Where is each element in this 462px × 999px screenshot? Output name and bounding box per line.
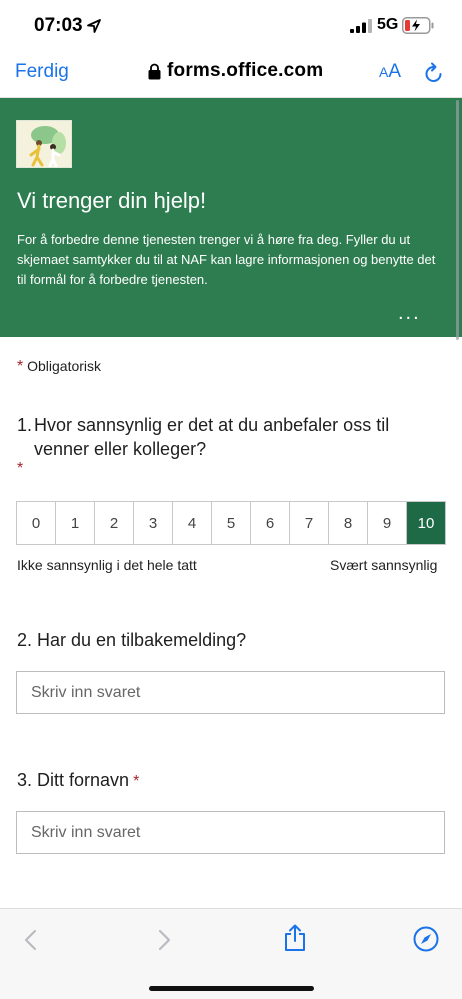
- browser-bottom-toolbar: [0, 908, 462, 999]
- location-arrow-icon: [87, 19, 101, 33]
- question-1-required-asterisk: *: [17, 460, 24, 477]
- rating-option[interactable]: 0: [17, 502, 56, 544]
- browser-toolbar: Ferdig forms.office.com AA: [0, 50, 462, 98]
- chevron-left-icon[interactable]: [22, 929, 40, 951]
- question-3-title: 3. Ditt fornavn *: [17, 770, 139, 791]
- rating-option[interactable]: 8: [329, 502, 368, 544]
- rating-option[interactable]: 2: [95, 502, 134, 544]
- rating-option[interactable]: 4: [173, 502, 212, 544]
- text-size-button[interactable]: AA: [379, 61, 401, 83]
- question-2-title: 2. Har du en tilbakemelding?: [17, 630, 247, 650]
- form-title: Vi trenger din hjelp!: [17, 188, 207, 213]
- form-header-banner: Vi trenger din hjelp! For å forbedre den…: [0, 98, 462, 337]
- rating-option[interactable]: 1: [56, 502, 95, 544]
- question-2-input[interactable]: [16, 671, 445, 714]
- rating-scale: 0 1 2 3 4 5 6 7 8 9 10: [16, 501, 446, 545]
- scrollbar[interactable]: [456, 100, 459, 340]
- rating-option[interactable]: 3: [134, 502, 173, 544]
- home-indicator: [149, 986, 314, 991]
- text-size-small-label: A: [379, 64, 389, 80]
- question-1-number: 1.: [17, 415, 33, 435]
- more-options-button[interactable]: ...: [398, 302, 421, 325]
- chevron-right-icon[interactable]: [155, 929, 173, 951]
- status-bar: 07:03 5G: [0, 0, 462, 50]
- rating-option[interactable]: 5: [212, 502, 251, 544]
- required-label: Obligatorisk: [27, 358, 102, 374]
- rating-option[interactable]: 9: [368, 502, 407, 544]
- url-text: forms.office.com: [167, 60, 324, 81]
- question-3-input[interactable]: [16, 811, 445, 854]
- compass-icon[interactable]: [413, 926, 439, 952]
- address-bar[interactable]: forms.office.com: [148, 60, 323, 82]
- form-description: For å forbedre denne tjenesten trenger v…: [17, 232, 436, 287]
- cellular-signal-icon: [350, 19, 372, 33]
- scale-low-label: Ikke sannsynlig i det hele tatt: [17, 557, 197, 573]
- reload-icon[interactable]: [424, 62, 444, 84]
- done-button[interactable]: Ferdig: [15, 61, 69, 83]
- header-illustration: [16, 120, 72, 168]
- required-note: * Obligatorisk: [17, 358, 101, 376]
- question-1-title: 1. Hvor sannsynlig er det at du anbefale…: [17, 413, 437, 461]
- network-type: 5G: [377, 16, 399, 33]
- question-3-required-asterisk: *: [133, 773, 140, 790]
- question-1-text: Hvor sannsynlig er det at du anbefaler o…: [34, 415, 390, 459]
- lock-icon: [148, 63, 161, 79]
- share-icon[interactable]: [283, 924, 307, 952]
- text-size-big-label: A: [388, 61, 402, 82]
- required-asterisk: *: [17, 358, 24, 375]
- rating-option[interactable]: 10: [407, 502, 445, 544]
- status-time: 07:03: [34, 15, 83, 36]
- battery-charging-icon: [402, 17, 434, 34]
- rating-option[interactable]: 6: [251, 502, 290, 544]
- question-3-text: 3. Ditt fornavn: [17, 770, 130, 790]
- scale-high-label: Svært sannsynlig: [330, 557, 438, 573]
- rating-option[interactable]: 7: [290, 502, 329, 544]
